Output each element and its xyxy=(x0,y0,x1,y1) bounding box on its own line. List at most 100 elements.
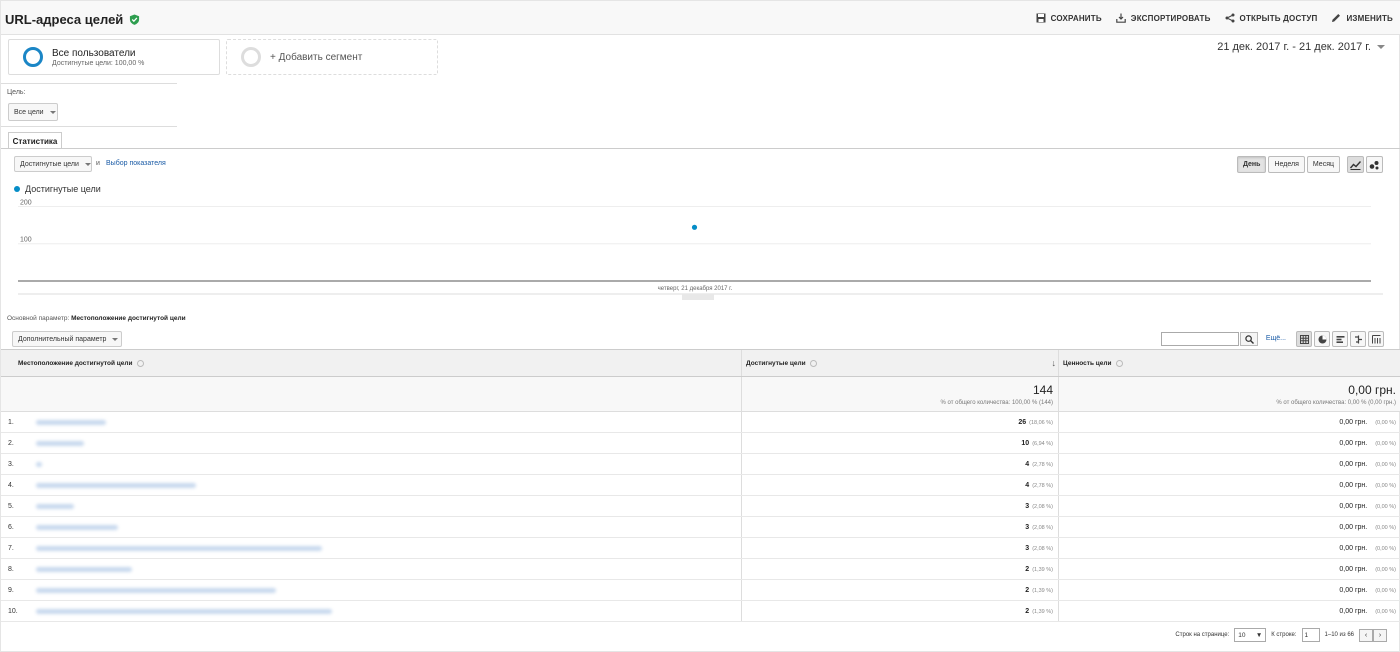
go-to-row-input[interactable]: 1 xyxy=(1301,628,1320,642)
search-icon xyxy=(1244,334,1254,344)
column-header-goal-completions[interactable]: Достигнутые цели ↓ xyxy=(742,350,1059,376)
goal-value: 0,00 грн. xyxy=(1339,523,1368,531)
add-segment-button[interactable]: + Добавить сегмент xyxy=(226,39,438,75)
row-index: 8. xyxy=(8,565,14,573)
period-month-button[interactable]: Месяц xyxy=(1306,156,1340,173)
redacted-url-link[interactable] xyxy=(36,419,106,425)
goal-value: 0,00 грн. xyxy=(1339,544,1368,552)
goal-value-share: (0,00 %) xyxy=(1375,482,1396,489)
redacted-url-link[interactable] xyxy=(36,482,196,488)
secondary-dimension-select[interactable]: Дополнительный параметр xyxy=(12,331,122,347)
performance-view-button[interactable] xyxy=(1332,331,1348,347)
redacted-url-link[interactable] xyxy=(36,524,118,530)
period-week-button[interactable]: Неделя xyxy=(1268,156,1305,173)
date-range-picker[interactable]: 21 дек. 2017 г. - 21 дек. 2017 г. xyxy=(1217,41,1385,53)
goal-completions: 4 xyxy=(1025,481,1030,489)
x-tick-label: четверг, 21 декабря 2017 г. xyxy=(658,286,733,292)
goal-value-share: (0,00 %) xyxy=(1375,503,1396,510)
divider xyxy=(1,83,177,84)
advanced-search-link[interactable]: Ещё... xyxy=(1266,335,1286,342)
comparison-view-button[interactable] xyxy=(1350,331,1366,347)
redacted-url-link[interactable] xyxy=(36,503,74,509)
report-table: Местоположение достигнутой цели Достигну… xyxy=(1,349,1400,622)
share-icon xyxy=(1225,13,1235,23)
prev-page-button[interactable]: ‹ xyxy=(1359,628,1373,642)
pie-icon xyxy=(1318,335,1326,343)
search-button[interactable] xyxy=(1240,332,1258,346)
redacted-url-link[interactable] xyxy=(36,608,332,614)
help-icon[interactable] xyxy=(136,359,144,367)
pie-view-button[interactable] xyxy=(1314,331,1330,347)
y-tick-label: 200 xyxy=(20,199,32,206)
choose-metric-link[interactable]: Выбор показателя xyxy=(106,160,166,167)
column-header-goal-location[interactable]: Местоположение достигнутой цели xyxy=(1,350,742,376)
segment-all-users[interactable]: Все пользователи Достигнутые цели: 100,0… xyxy=(8,39,220,75)
next-page-button[interactable]: › xyxy=(1373,628,1387,642)
primary-dimension-value[interactable]: Местоположение достигнутой цели xyxy=(71,315,186,322)
row-index: 4. xyxy=(8,481,14,489)
goal-completions: 10 xyxy=(1021,439,1030,447)
table-view-button[interactable] xyxy=(1296,331,1312,347)
total-goals-share: % от общего количества: 100,00 % (144) xyxy=(940,400,1053,406)
data-point[interactable] xyxy=(691,224,698,230)
pivot-icon xyxy=(1371,334,1380,343)
row-index: 3. xyxy=(8,460,14,468)
redacted-url-link[interactable] xyxy=(36,587,276,593)
goal-completions: 3 xyxy=(1025,523,1030,531)
pivot-view-button[interactable] xyxy=(1368,331,1384,347)
tab-statistics[interactable]: Статистика xyxy=(8,132,62,149)
total-value: 0,00 грн. xyxy=(1348,383,1396,397)
goal-value: 0,00 грн. xyxy=(1339,439,1368,447)
table-row: 1. 26 (18,06 %) 0,00 грн. (0,00 %) xyxy=(1,412,1400,433)
goal-value-share: (0,00 %) xyxy=(1375,440,1396,447)
redacted-url-link[interactable] xyxy=(36,545,322,551)
goal-value: 0,00 грн. xyxy=(1339,481,1368,489)
table-row: 10. 2 (1,39 %) 0,00 грн. (0,00 %) xyxy=(1,601,1400,622)
chart-resize-handle[interactable] xyxy=(682,294,714,300)
goal-completions: 2 xyxy=(1025,565,1030,573)
row-range: 1–10 из 66 xyxy=(1324,632,1354,638)
table-search-input[interactable] xyxy=(1161,332,1239,346)
date-range-text: 21 дек. 2017 г. - 21 дек. 2017 г. xyxy=(1217,41,1371,53)
goal-value-share: (0,00 %) xyxy=(1375,524,1396,531)
help-icon[interactable] xyxy=(1115,359,1123,367)
goal-completions-share: (18,06 %) xyxy=(1029,419,1053,426)
line-chart-icon xyxy=(1350,160,1361,170)
total-value-share: % от общего количества: 0,00 % (0,00 грн… xyxy=(1276,400,1396,406)
period-toggle: День Неделя Месяц xyxy=(1235,156,1340,173)
help-icon[interactable] xyxy=(809,359,817,367)
table-row: 9. 2 (1,39 %) 0,00 грн. (0,00 %) xyxy=(1,580,1400,601)
sort-desc-icon: ↓ xyxy=(1051,358,1057,368)
redacted-url-link[interactable] xyxy=(36,461,42,467)
edit-button[interactable]: Изменить xyxy=(1331,13,1393,23)
save-button[interactable]: Сохранить xyxy=(1036,13,1102,23)
verified-shield-icon xyxy=(130,14,140,25)
goal-completions: 2 xyxy=(1025,586,1030,594)
goals-select[interactable]: Все цели xyxy=(8,103,58,121)
export-button[interactable]: Экспортировать xyxy=(1115,13,1211,23)
goal-value: 0,00 грн. xyxy=(1339,586,1368,594)
redacted-url-link[interactable] xyxy=(36,440,84,446)
comparison-icon xyxy=(1354,335,1362,343)
line-chart-button[interactable] xyxy=(1347,156,1364,173)
metric-select[interactable]: Достигнутые цели xyxy=(14,156,92,172)
redacted-url-link[interactable] xyxy=(36,566,132,572)
rows-per-page-select[interactable]: 10 ▼ xyxy=(1234,628,1267,642)
chevron-down-icon xyxy=(84,162,91,166)
row-index: 1. xyxy=(8,418,14,426)
goal-value: 0,00 грн. xyxy=(1339,565,1368,573)
row-index: 7. xyxy=(8,544,14,552)
goal-value-share: (0,00 %) xyxy=(1375,545,1396,552)
period-day-button[interactable]: День xyxy=(1236,156,1267,173)
table-row: 8. 2 (1,39 %) 0,00 грн. (0,00 %) xyxy=(1,559,1400,580)
motion-chart-button[interactable] xyxy=(1366,156,1383,173)
goal-completions-share: (2,08 %) xyxy=(1032,524,1053,531)
divider xyxy=(1,126,177,127)
goal-value-share: (0,00 %) xyxy=(1375,608,1396,615)
row-index: 9. xyxy=(8,586,14,594)
chart-type-toggle xyxy=(1347,156,1383,173)
share-button[interactable]: Открыть доступ xyxy=(1225,13,1318,23)
goal-completions: 4 xyxy=(1025,460,1030,468)
goal-completions-share: (6,94 %) xyxy=(1032,440,1053,447)
column-header-goal-value[interactable]: Ценность цели xyxy=(1059,350,1400,376)
